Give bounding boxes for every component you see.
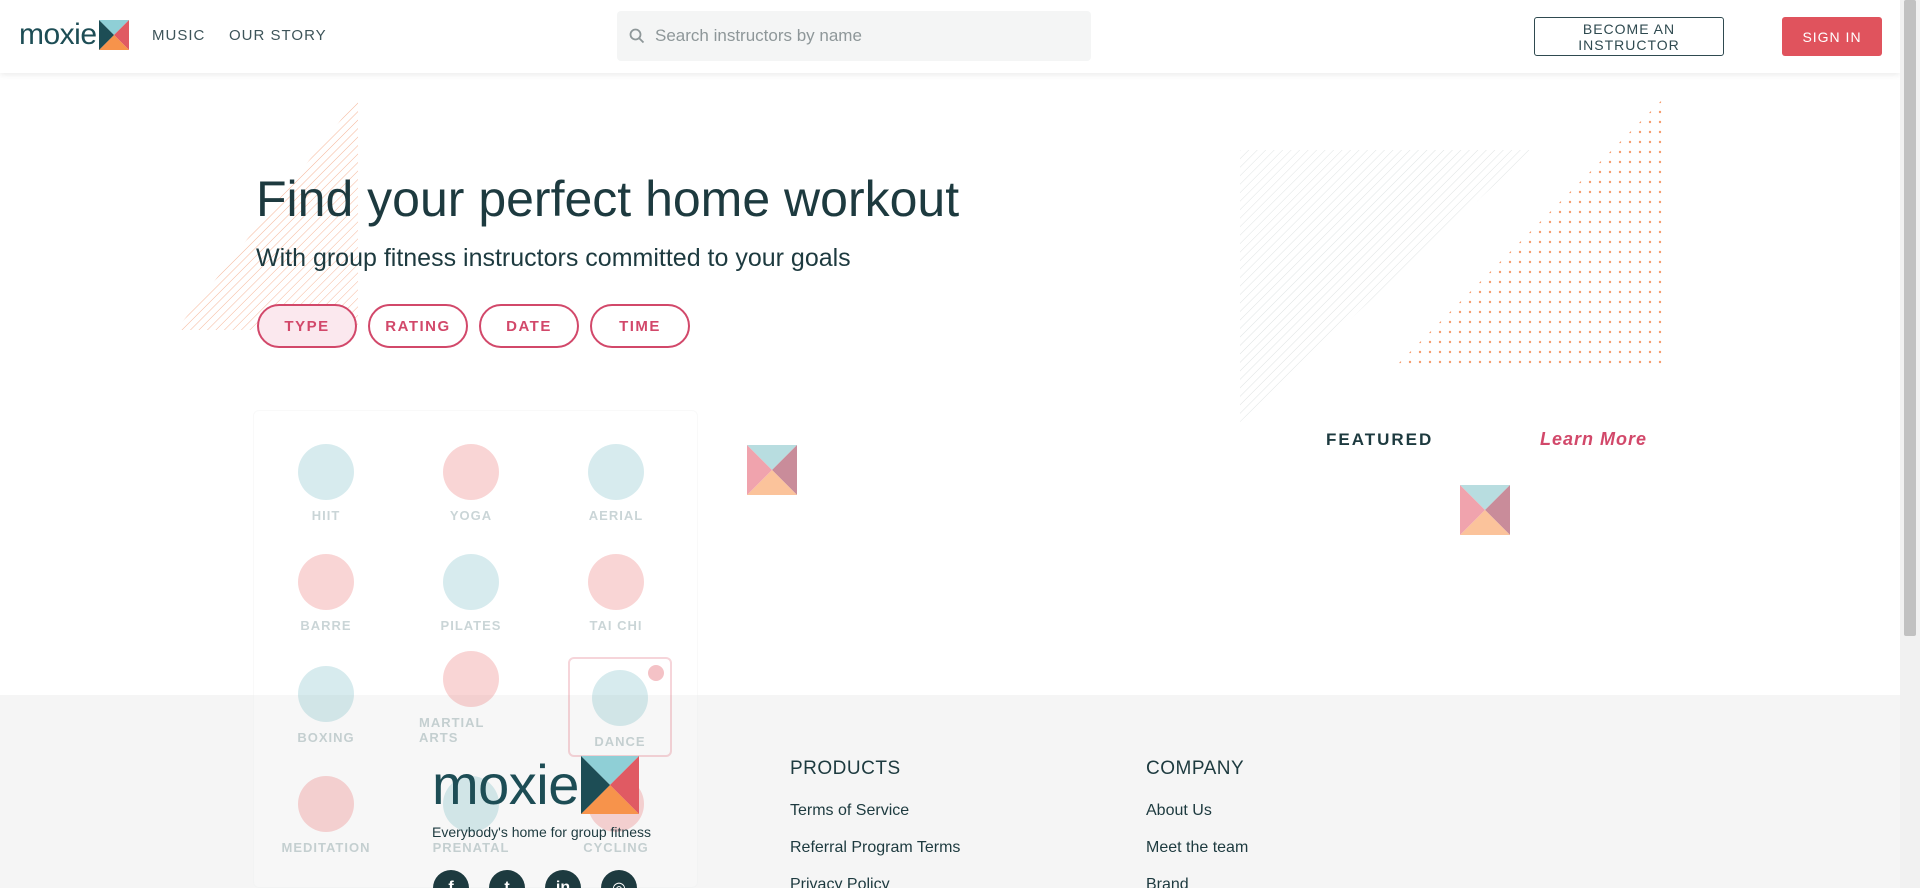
type-option-barre[interactable]: BARRE [274,539,378,639]
twitter-icon[interactable]: t [489,870,525,888]
privacy-policy-link[interactable]: Privacy Policy [790,876,960,888]
martial-arts-icon [443,651,499,707]
aerial-icon [588,444,644,500]
type-option-pilates[interactable]: PILATES [419,539,523,639]
type-option-aerial[interactable]: AERIAL [564,429,668,529]
filter-type-button[interactable]: TYPE [257,304,357,348]
about-us-link[interactable]: About Us [1146,802,1248,820]
terms-of-service-link[interactable]: Terms of Service [790,802,960,820]
logo-wordmark: moxie [19,18,97,51]
type-option-yoga[interactable]: YOGA [419,429,523,529]
filter-time-button[interactable]: TIME [590,304,690,348]
hero-title: Find your perfect home workout [256,171,960,227]
top-header: moxie MUSIC OUR STORY BECOME AN INSTRUCT… [0,0,1900,73]
footer-company-column: COMPANY About Us Meet the team Brand [1146,758,1248,888]
facebook-icon[interactable]: f [433,870,469,888]
page-scrollbar[interactable] [1900,0,1920,888]
loading-spinner-icon [747,445,797,495]
search-icon [629,28,645,44]
learn-more-link[interactable]: Learn More [1540,429,1647,450]
featured-label: FEATURED [1326,430,1434,449]
referral-program-terms-link[interactable]: Referral Program Terms [790,839,960,857]
hiit-icon [298,444,354,500]
yoga-icon [443,444,499,500]
pilates-icon [443,554,499,610]
type-option-meditation[interactable]: MEDITATION [274,761,378,861]
sign-in-button[interactable]: SIGN IN [1782,17,1882,56]
type-option-dance[interactable]: DANCE [568,657,672,757]
workout-type-panel: HIIT YOGA AERIAL BARRE PILATES TAI CHI B… [253,410,698,888]
become-instructor-button[interactable]: BECOME AN INSTRUCTOR [1534,17,1724,56]
footer-logo[interactable]: moxie [432,756,639,814]
filter-rating-button[interactable]: RATING [368,304,468,348]
type-option-boxing[interactable]: BOXING [274,651,378,751]
search-input[interactable] [655,26,1075,46]
social-links: f t in ◎ [433,870,637,888]
moxie-logo[interactable]: moxie [19,18,129,52]
company-heading: COMPANY [1146,758,1245,779]
linkedin-icon[interactable]: in [545,870,581,888]
type-option-martial-arts[interactable]: MARTIAL ARTS [419,651,523,751]
hero-subtitle: With group fitness instructors committed… [256,244,851,272]
brand-link[interactable]: Brand [1146,876,1248,888]
featured-loading-spinner-icon [1460,485,1510,535]
footer-logo-wordmark: moxie [432,753,579,816]
logo-mark-icon [98,20,129,50]
footer-logo-mark-icon [580,756,639,814]
footer-products-column: PRODUCTS Terms of Service Referral Progr… [790,758,960,888]
dotted-triangle-decoration [1398,100,1662,364]
selected-check-icon [648,665,664,681]
dance-icon [592,670,648,726]
type-option-tai-chi[interactable]: TAI CHI [564,539,668,639]
boxing-icon [298,666,354,722]
filter-date-button[interactable]: DATE [479,304,579,348]
nav-music-link[interactable]: MUSIC [152,27,205,44]
type-option-hiit[interactable]: HIIT [274,429,378,529]
instagram-icon[interactable]: ◎ [601,870,637,888]
nav-our-story-link[interactable]: OUR STORY [229,27,327,44]
barre-icon [298,554,354,610]
filter-bar: TYPE RATING DATE TIME [257,304,690,348]
footer-tagline: Everybody's home for group fitness [432,824,652,840]
scrollbar-thumb[interactable] [1904,0,1916,636]
meditation-icon [298,776,354,832]
meet-the-team-link[interactable]: Meet the team [1146,839,1248,857]
tai-chi-icon [588,554,644,610]
search-bar[interactable] [617,11,1091,61]
products-heading: PRODUCTS [790,758,901,779]
